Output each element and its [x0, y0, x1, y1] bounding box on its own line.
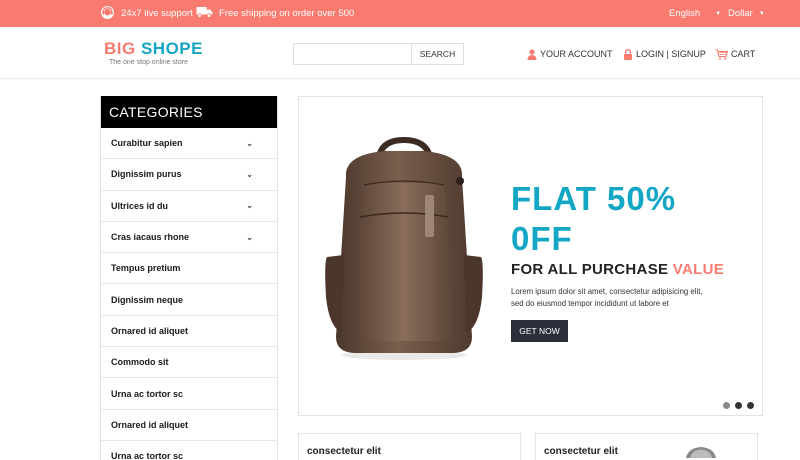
category-label: Urna ac tortor sc — [111, 451, 184, 460]
category-label: Dignissim neque — [111, 294, 184, 305]
language-value: English — [669, 8, 701, 19]
category-label: Urna ac tortor sc — [111, 388, 184, 399]
logo-word-big: BIG — [104, 39, 136, 58]
banner-description: Lorem ipsum dolor sit amet, consectetur … — [511, 286, 731, 310]
product-title: consectetur elit — [307, 446, 381, 457]
cart-label: CART — [731, 49, 756, 59]
login-signup-link[interactable]: LOGIN | SIGNUP — [623, 47, 706, 61]
category-label: Ultrices id du — [111, 200, 169, 211]
subhead-accent: VALUE — [672, 261, 725, 278]
top-bar: 24x7 live support Free shipping on order… — [0, 0, 800, 27]
carousel-dot[interactable] — [747, 402, 754, 409]
headline-line2: 0FF — [511, 220, 573, 257]
category-label: Dignissim purus — [111, 169, 182, 180]
carousel-dot[interactable] — [735, 402, 742, 409]
category-item[interactable]: Tempus pretium — [101, 253, 277, 285]
login-label: LOGIN | SIGNUP — [636, 49, 706, 59]
carousel-dots — [723, 402, 754, 409]
support-text: 24x7 live support — [121, 8, 193, 19]
banner-subheadline: FOR ALL PURCHASE VALUE — [511, 261, 724, 278]
caret-down-icon: ▼ — [758, 10, 765, 17]
category-label: Curabitur sapien — [111, 138, 183, 149]
search-button[interactable]: SEARCH — [411, 43, 464, 65]
lock-icon — [624, 48, 632, 60]
banner-body-line2: sed do eiusmod tempor incididunt ut labo… — [511, 299, 669, 308]
user-icon — [527, 48, 537, 60]
category-item[interactable]: Cras iacaus rhone ⌄ — [101, 222, 277, 254]
product-card[interactable]: consectetur elit — [535, 433, 758, 460]
truck-icon — [196, 6, 213, 21]
hero-banner: FLAT 50% 0FF FOR ALL PURCHASE VALUE Lore… — [298, 96, 763, 416]
site-logo[interactable]: BIG SHOPE — [104, 39, 203, 59]
category-item[interactable]: Urna ac tortor sc — [101, 378, 277, 410]
category-list: Curabitur sapien ⌄ Dignissim purus ⌄ Ultrice… — [101, 128, 277, 460]
category-item[interactable]: Ornared id aliquet — [101, 410, 277, 441]
banner-body-line1: Lorem ipsum dolor sit amet, consectetur … — [511, 287, 703, 296]
subhead-main: FOR ALL PURCHASE — [511, 261, 669, 278]
headline-line1: FLAT 50% — [511, 180, 677, 217]
cart-link[interactable]: CART — [715, 47, 755, 61]
cart-icon — [715, 48, 728, 60]
support-info: 24x7 live support — [100, 0, 193, 27]
category-item[interactable]: Ultrices id du ⌄ — [101, 191, 277, 222]
language-selector[interactable]: English ▼ — [669, 0, 721, 27]
search-input[interactable] — [293, 43, 412, 65]
product-card[interactable]: consectetur elit — [298, 433, 521, 460]
account-label: YOUR ACCOUNT — [540, 49, 613, 59]
category-label: Tempus pretium — [111, 263, 181, 274]
category-label: Cras iacaus rhone — [111, 232, 190, 243]
currency-selector[interactable]: Dollar ▼ — [728, 0, 765, 27]
logo-tagline: The one stop online store — [109, 59, 188, 66]
backpack-image — [325, 137, 483, 360]
chevron-down-icon[interactable]: ⌄ — [246, 233, 253, 242]
carousel-dot[interactable] — [723, 402, 730, 409]
category-item[interactable]: Dignissim purus ⌄ — [101, 159, 277, 191]
category-item[interactable]: Commodo sit — [101, 347, 277, 379]
category-label: Ornared id aliquet — [111, 325, 189, 336]
account-link[interactable]: YOUR ACCOUNT — [527, 47, 613, 61]
support-agent-icon — [100, 5, 115, 23]
product-thumbnail — [686, 447, 716, 458]
category-item[interactable]: Curabitur sapien ⌄ — [101, 128, 277, 160]
categories-sidebar: CATEGORIES Curabitur sapien ⌄ Dignissim pu… — [100, 96, 278, 460]
category-item[interactable]: Ornared id aliquet — [101, 316, 277, 348]
logo-word-shope: SHOPE — [140, 39, 203, 58]
category-label: Ornared id aliquet — [111, 419, 189, 430]
site-header: BIG SHOPE The one stop online store SEAR… — [0, 27, 800, 79]
category-item[interactable]: Urna ac tortor sc — [101, 441, 277, 460]
get-now-button[interactable]: GET NOW — [511, 320, 568, 342]
category-item[interactable]: Dignissim neque — [101, 284, 277, 316]
chevron-down-icon[interactable]: ⌄ — [246, 139, 253, 148]
categories-title: CATEGORIES — [101, 96, 277, 128]
category-label: Commodo sit — [111, 357, 169, 368]
banner-headline: FLAT 50% 0FF — [511, 179, 676, 259]
shipping-info: Free shipping on order over 500 — [196, 0, 354, 27]
currency-value: Dollar — [728, 8, 753, 19]
product-title: consectetur elit — [544, 446, 618, 457]
caret-down-icon: ▼ — [715, 10, 722, 17]
shipping-text: Free shipping on order over 500 — [219, 8, 355, 19]
chevron-down-icon[interactable]: ⌄ — [246, 201, 253, 210]
chevron-down-icon[interactable]: ⌄ — [246, 170, 253, 179]
